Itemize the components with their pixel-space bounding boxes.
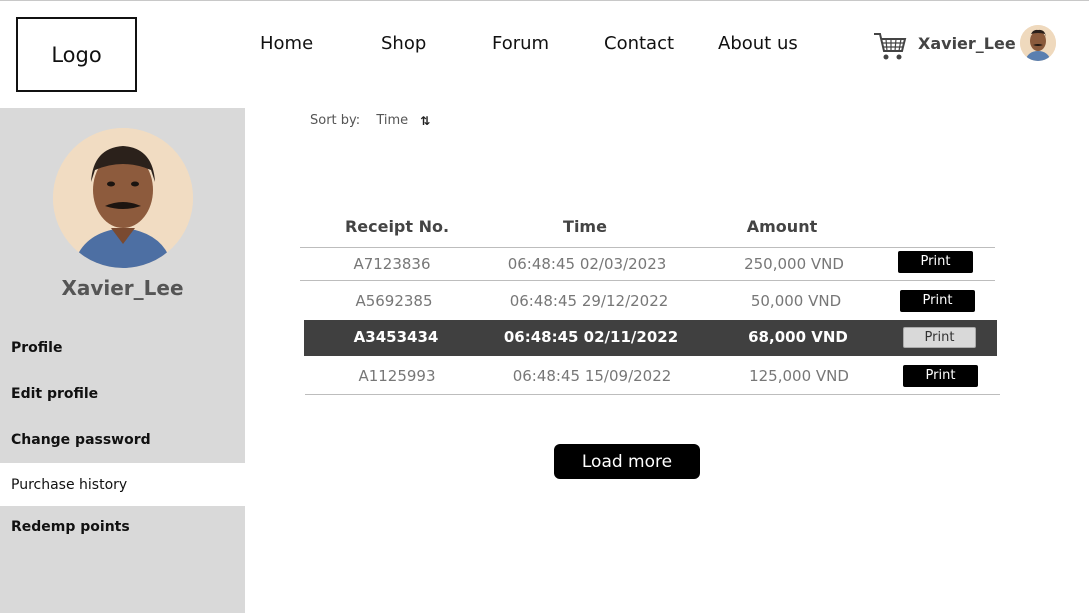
top-border xyxy=(0,0,1089,1)
print-button[interactable]: Print xyxy=(903,327,976,348)
table-row[interactable]: A5692385 06:48:45 29/12/2022 50,000 VND … xyxy=(302,284,997,320)
sort-toggle-icon[interactable]: ⇅ xyxy=(420,114,430,128)
row-divider xyxy=(305,394,1000,395)
header-username[interactable]: Xavier_Lee xyxy=(918,34,1016,53)
sort-value[interactable]: Time xyxy=(376,113,408,128)
profile-name: Xavier_Lee xyxy=(61,276,184,300)
cart-icon[interactable] xyxy=(873,31,907,61)
table-row[interactable]: A7123836 06:48:45 02/03/2023 250,000 VND… xyxy=(300,247,995,283)
nav-contact[interactable]: Contact xyxy=(604,33,674,54)
print-button[interactable]: Print xyxy=(903,365,978,387)
profile-photo-icon xyxy=(53,128,193,268)
load-more-button[interactable]: Load more xyxy=(554,444,700,479)
sort-control: Sort by: Time ⇅ xyxy=(310,113,430,128)
nav-home[interactable]: Home xyxy=(260,33,313,54)
logo[interactable]: Logo xyxy=(16,17,137,92)
header-amount: Amount xyxy=(746,217,818,236)
header-time: Time xyxy=(563,217,607,236)
sidebar: Xavier_Lee Profile Edit profile Change p… xyxy=(0,108,245,613)
sidebar-item-change-password[interactable]: Change password xyxy=(0,418,245,461)
header-avatar[interactable] xyxy=(1020,25,1056,61)
time-cell: 06:48:45 02/03/2023 xyxy=(507,255,667,273)
sidebar-item-profile[interactable]: Profile xyxy=(0,326,245,369)
print-button[interactable]: Print xyxy=(900,290,975,312)
amount-cell: 125,000 VND xyxy=(749,367,849,385)
nav-shop[interactable]: Shop xyxy=(381,33,426,54)
time-cell: 06:48:45 15/09/2022 xyxy=(512,367,672,385)
nav-forum[interactable]: Forum xyxy=(492,33,549,54)
time-cell: 06:48:45 02/11/2022 xyxy=(503,328,679,346)
user-avatar-icon xyxy=(1020,25,1056,61)
print-button[interactable]: Print xyxy=(898,251,973,273)
time-cell: 06:48:45 29/12/2022 xyxy=(509,292,669,310)
table-row[interactable]: A1125993 06:48:45 15/09/2022 125,000 VND… xyxy=(305,359,1000,395)
table-row-selected[interactable]: A3453434 06:48:45 02/11/2022 68,000 VND … xyxy=(304,320,997,356)
header-receipt-no: Receipt No. xyxy=(344,217,450,236)
receipt-cell: A7123836 xyxy=(353,255,431,273)
amount-cell: 68,000 VND xyxy=(748,328,848,346)
amount-cell: 50,000 VND xyxy=(750,292,842,310)
sidebar-item-redemp-points[interactable]: Redemp points xyxy=(0,505,245,548)
row-divider xyxy=(300,280,995,281)
receipt-cell: A3453434 xyxy=(353,328,439,346)
profile-avatar xyxy=(53,128,193,268)
sidebar-item-purchase-history[interactable]: Purchase history xyxy=(0,463,245,506)
receipt-cell: A5692385 xyxy=(355,292,433,310)
sort-label: Sort by: xyxy=(310,113,361,128)
receipt-cell: A1125993 xyxy=(358,367,436,385)
sidebar-item-edit-profile[interactable]: Edit profile xyxy=(0,372,245,415)
nav-about-us[interactable]: About us xyxy=(718,33,798,54)
amount-cell: 250,000 VND xyxy=(744,255,844,273)
